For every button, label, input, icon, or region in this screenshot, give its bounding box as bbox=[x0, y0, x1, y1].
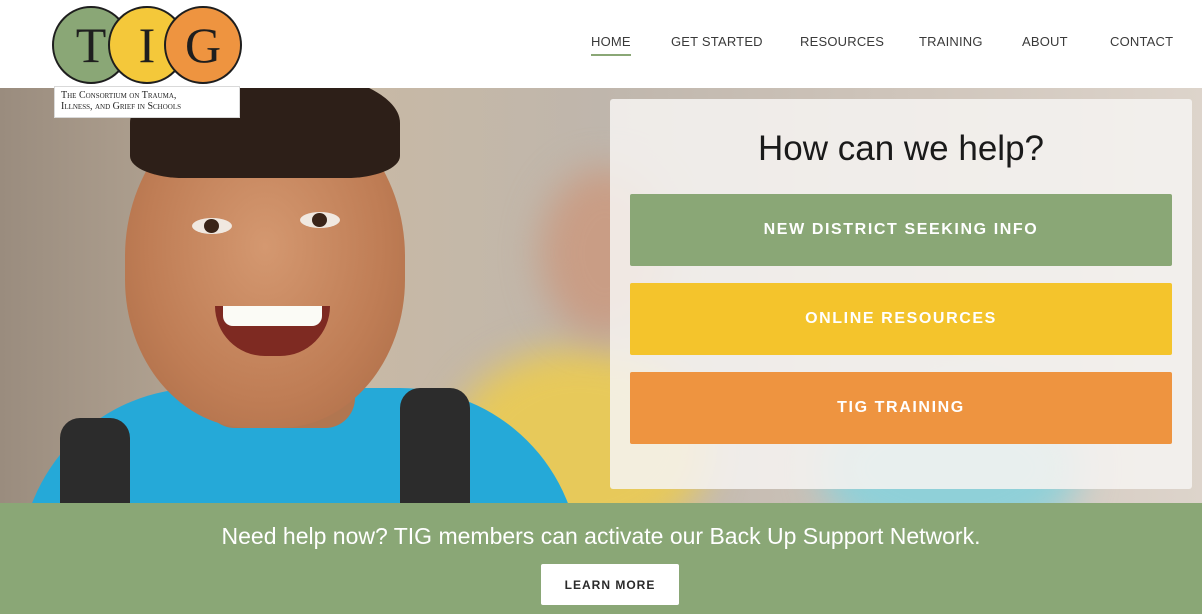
nav-training[interactable]: TRAINING bbox=[919, 34, 983, 49]
site-header: T I G The Consortium on Trauma, Illness,… bbox=[0, 0, 1202, 118]
learn-more-button[interactable]: LEARN MORE bbox=[541, 564, 679, 605]
hero-photo-strap-left bbox=[60, 418, 130, 503]
hero-photo-eye-right bbox=[300, 212, 340, 228]
nav-home[interactable]: HOME bbox=[591, 34, 631, 56]
support-strip: Need help now? TIG members can activate … bbox=[0, 503, 1202, 614]
logo-letter-g: G bbox=[164, 6, 242, 84]
nav-about[interactable]: ABOUT bbox=[1022, 34, 1068, 49]
logo-tagline-line1: The Consortium on Trauma, bbox=[61, 90, 177, 101]
logo-tagline-line2: Illness, and Grief in Schools bbox=[61, 101, 182, 112]
tig-training-button[interactable]: TIG TRAINING bbox=[630, 372, 1172, 444]
logo-circles: T I G bbox=[52, 6, 242, 86]
tig-logo[interactable]: T I G The Consortium on Trauma, Illness,… bbox=[52, 6, 242, 118]
new-district-button[interactable]: NEW DISTRICT SEEKING INFO bbox=[630, 194, 1172, 266]
online-resources-button[interactable]: ONLINE RESOURCES bbox=[630, 283, 1172, 355]
nav-contact[interactable]: CONTACT bbox=[1110, 34, 1173, 49]
help-panel: How can we help? NEW DISTRICT SEEKING IN… bbox=[610, 99, 1192, 489]
nav-resources[interactable]: RESOURCES bbox=[800, 34, 884, 49]
hero-banner: How can we help? NEW DISTRICT SEEKING IN… bbox=[0, 88, 1202, 503]
help-title: How can we help? bbox=[758, 129, 1044, 168]
support-message: Need help now? TIG members can activate … bbox=[221, 523, 981, 549]
nav-get-started[interactable]: GET STARTED bbox=[671, 34, 763, 49]
hero-photo-strap-right bbox=[400, 388, 470, 503]
hero-photo-eye-left bbox=[192, 218, 232, 234]
logo-tagline: The Consortium on Trauma, Illness, and G… bbox=[54, 86, 240, 118]
